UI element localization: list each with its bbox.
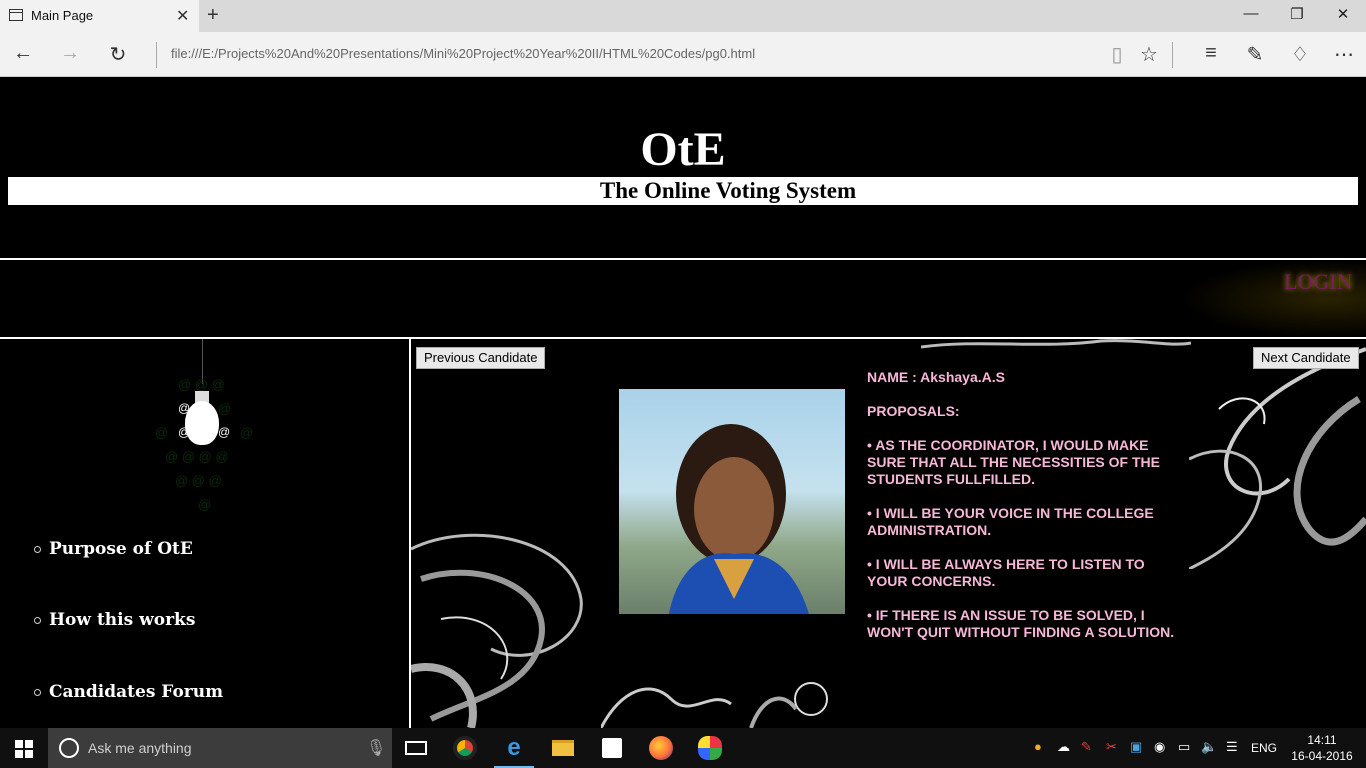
battery-icon[interactable]: ▭ — [1178, 739, 1190, 755]
proposal-item: • AS THE COORDINATOR, I WOULD MAKE SURE … — [867, 437, 1160, 487]
restore-icon[interactable]: ❐ — [1282, 5, 1312, 23]
clock-time: 14:11 — [1307, 733, 1337, 747]
bullet-icon — [34, 546, 41, 553]
network-tool-icon[interactable]: ▣ — [1130, 739, 1142, 755]
swirl-decoration: @ @ @ @ — [165, 449, 229, 464]
swirl-decoration: @ — [155, 425, 169, 440]
swirl-decoration — [921, 339, 1191, 349]
tab-main-page[interactable]: Main Page ✕ — [0, 0, 199, 32]
login-link[interactable]: LOGIN — [1284, 269, 1352, 295]
swirl-decoration: @ @ @ — [178, 377, 225, 392]
share-icon[interactable]: ♢ — [1287, 42, 1313, 67]
firefox-icon[interactable] — [637, 728, 685, 768]
clock-date: 16-04-2016 — [1291, 749, 1353, 763]
flash-icon[interactable]: ✂ — [1106, 739, 1117, 755]
sidebar-item-label: Candidates Forum — [49, 682, 224, 702]
toolbar-separator — [1172, 42, 1173, 68]
address-bar[interactable]: file:///E:/Projects%20And%20Presentation… — [171, 46, 755, 61]
swirl-decoration: @ — [218, 401, 232, 416]
favorite-star-icon[interactable]: ☆ — [1136, 42, 1162, 67]
swirl-decoration: @ — [218, 425, 231, 439]
swirl-decoration: @ — [240, 425, 254, 440]
taskbar: Ask me anything 🎙 e ● ☁ ✎ ✂ ▣ ◉ ▭ 🔈 ☰ EN… — [0, 728, 1366, 768]
language-indicator[interactable]: ENG — [1251, 741, 1277, 755]
swirl-decoration: @ — [178, 425, 191, 439]
next-candidate-button[interactable]: Next Candidate — [1253, 347, 1359, 369]
proposal-item: • I WILL BE ALWAYS HERE TO LISTEN TO YOU… — [867, 556, 1145, 589]
security-icon[interactable]: ◉ — [1154, 739, 1165, 755]
back-icon[interactable]: ← — [10, 42, 36, 65]
swirl-decoration — [411, 533, 583, 728]
new-tab-icon[interactable]: + — [207, 4, 219, 27]
update-icon[interactable]: ● — [1034, 739, 1042, 754]
bullet-icon — [34, 689, 41, 696]
previous-candidate-button[interactable]: Previous Candidate — [416, 347, 546, 369]
candidate-info: NAME : Akshaya.A.S PROPOSALS: • AS THE C… — [867, 369, 1177, 658]
onedrive-icon[interactable]: ☁ — [1057, 739, 1070, 755]
refresh-icon[interactable]: ↻ — [105, 42, 131, 67]
swirl-decoration: @ — [178, 401, 191, 415]
more-icon[interactable]: ⋯ — [1331, 42, 1357, 67]
search-placeholder: Ask me anything — [88, 740, 192, 756]
volume-muted-icon[interactable]: 🔈 — [1201, 739, 1217, 755]
edge-icon[interactable]: e — [490, 728, 538, 768]
candidate-photo — [619, 389, 845, 614]
web-page: OtE The Online Voting System LOGIN @ @ @… — [0, 77, 1366, 728]
windows-start-icon[interactable] — [15, 740, 33, 758]
candidate-portrait-image — [669, 424, 809, 614]
minimize-icon[interactable]: — — [1236, 5, 1266, 22]
store-icon[interactable] — [588, 728, 636, 768]
chrome-icon[interactable] — [441, 728, 489, 768]
candidate-name: NAME : Akshaya.A.S — [867, 369, 1005, 385]
site-subtitle: The Online Voting System — [8, 177, 1358, 205]
candidate-panel: Previous Candidate Next Candidate NAME :… — [411, 339, 1366, 728]
address-separator — [156, 42, 157, 68]
sidebar: @ @ @ @ @ @ @ @ @ @ @ @ @ @ @ @ @ Purpos… — [0, 339, 409, 728]
microphone-icon[interactable]: 🎙 — [366, 738, 386, 758]
divider-top — [0, 258, 1366, 260]
antivirus-icon[interactable]: ✎ — [1081, 739, 1092, 755]
cortana-search-box[interactable]: Ask me anything 🎙 — [48, 728, 392, 768]
navigation-bar: ← → ↻ file:///E:/Projects%20And%20Presen… — [0, 32, 1366, 77]
cortana-icon — [59, 738, 79, 758]
swirl-decoration — [601, 682, 828, 728]
reading-view-icon[interactable]: ▯ — [1104, 42, 1130, 67]
tab-title: Main Page — [31, 8, 94, 23]
proposal-item: • I WILL BE YOUR VOICE IN THE COLLEGE AD… — [867, 505, 1154, 538]
file-explorer-icon[interactable] — [539, 728, 587, 768]
swirl-decoration: @ @ @ — [175, 473, 222, 488]
proposals-heading: PROPOSALS: — [867, 403, 960, 419]
close-window-icon[interactable]: ✕ — [1328, 5, 1358, 23]
paint-icon[interactable] — [686, 728, 734, 768]
tab-bar: Main Page ✕ + — ❐ ✕ — [0, 0, 1366, 32]
proposal-item: • IF THERE IS AN ISSUE TO BE SOLVED, I W… — [867, 607, 1175, 640]
clock[interactable]: 14:11 16-04-2016 — [1290, 732, 1354, 764]
web-note-icon[interactable]: ✎ — [1242, 42, 1268, 67]
sidebar-item-candidates-forum[interactable]: Candidates Forum — [34, 682, 223, 702]
swirl-decoration — [1189, 347, 1366, 569]
notifications-icon[interactable]: ☰ — [1226, 739, 1238, 755]
sidebar-item-label: Purpose of OtE — [49, 539, 193, 559]
sidebar-item-label: How this works — [49, 610, 196, 630]
task-view-icon[interactable] — [392, 728, 440, 768]
hub-icon[interactable]: ≡ — [1198, 42, 1224, 65]
sidebar-item-purpose[interactable]: Purpose of OtE — [34, 539, 193, 559]
forward-icon[interactable]: → — [57, 42, 83, 65]
sidebar-item-how-it-works[interactable]: How this works — [34, 610, 195, 630]
site-title: OtE — [640, 123, 726, 176]
bullet-icon — [34, 617, 41, 624]
page-icon — [9, 9, 23, 21]
swirl-decoration: @ — [198, 497, 212, 512]
close-tab-icon[interactable]: ✕ — [176, 6, 189, 26]
